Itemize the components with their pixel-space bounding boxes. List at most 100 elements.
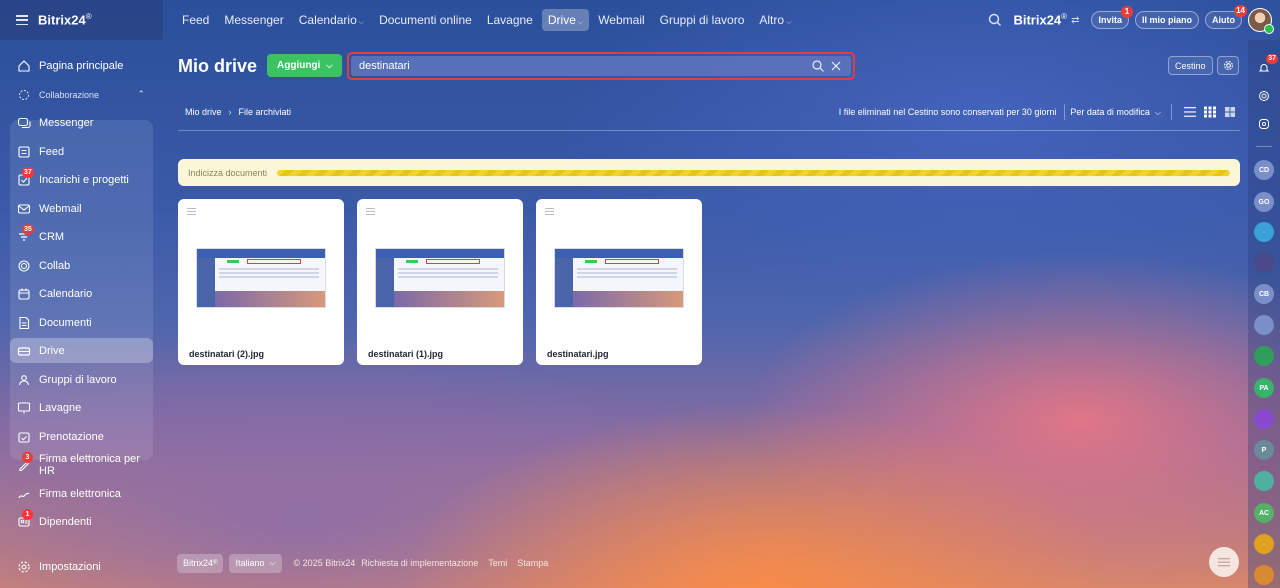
sidebar-item-pagina-principale[interactable]: Pagina principale <box>10 53 153 78</box>
chevron-up-icon[interactable]: ⌃ <box>137 89 145 100</box>
footer-link-themes[interactable]: Temi <box>488 558 507 568</box>
breadcrumb-item[interactable]: Mio drive <box>185 107 222 117</box>
nav-item-documenti-online[interactable]: Documenti online <box>373 9 478 31</box>
file-card[interactable]: destinatari.jpg <box>536 199 702 365</box>
footer-brand-button[interactable]: Bitrix24 ® <box>177 553 224 573</box>
language-selector[interactable]: Italiano ⌵ <box>229 553 282 573</box>
sidebar-item-feed[interactable]: Feed <box>10 139 153 164</box>
divider <box>178 130 1240 131</box>
search-input[interactable] <box>359 60 807 72</box>
sidebar-item-prenotazione[interactable]: Prenotazione <box>10 424 153 449</box>
chat-avatar[interactable]: GO <box>1254 192 1274 212</box>
chat-avatar[interactable] <box>1254 222 1274 242</box>
nav-item-feed[interactable]: Feed <box>176 9 215 31</box>
large-tiles-view-icon[interactable] <box>1223 106 1237 118</box>
brand-logo[interactable]: Bitrix24® <box>38 12 92 27</box>
drive-settings-button[interactable] <box>1217 56 1239 75</box>
file-name[interactable]: destinatari (1).jpg <box>368 349 443 359</box>
chat-avatar[interactable]: AC <box>1254 503 1274 523</box>
notifications-badge: 37 <box>1266 54 1278 64</box>
invite-button[interactable]: Invita 1 <box>1091 6 1133 29</box>
sidebar-item-label: Lavagne <box>39 401 82 414</box>
file-thumbnail <box>196 248 326 308</box>
trash-button[interactable]: Cestino <box>1168 56 1213 75</box>
chat-avatar[interactable]: CD <box>1254 160 1274 180</box>
file-name[interactable]: destinatari (2).jpg <box>189 349 264 359</box>
sidebar-item-impostazioni[interactable]: Impostazioni <box>10 554 153 579</box>
file-name[interactable]: destinatari.jpg <box>547 349 609 359</box>
retention-note: I file eliminati nel Cestino sono conser… <box>838 107 1057 117</box>
sidebar-item-incarichi-e-progetti[interactable]: 37 Incarichi e progetti <box>10 166 153 192</box>
sidebar-item-documenti[interactable]: Documenti <box>10 310 153 335</box>
file-card[interactable]: destinatari (2).jpg <box>178 199 344 365</box>
sidebar-item-collaborazione[interactable]: Collaborazione ⌃ <box>10 82 153 107</box>
search-box <box>351 56 851 76</box>
menu-toggle-icon[interactable] <box>16 15 28 25</box>
chat-avatar[interactable] <box>1254 409 1274 429</box>
brand-area: Bitrix24® <box>0 0 163 40</box>
sidebar-item-label: Webmail <box>39 202 82 215</box>
swap-icon[interactable]: ⇄ <box>1071 15 1079 26</box>
nav-item-messenger[interactable]: Messenger <box>218 9 289 31</box>
file-card[interactable]: destinatari (1).jpg <box>357 199 523 365</box>
sidebar-item-dipendenti[interactable]: 1 Dipendenti <box>10 508 153 534</box>
card-menu-icon[interactable] <box>545 208 554 215</box>
nav-item-altro[interactable]: Altro ⌵ <box>753 9 797 31</box>
sort-dropdown[interactable]: Per data di modifica ⌵ <box>1070 107 1161 118</box>
sidebar-item-calendario[interactable]: Calendario <box>10 281 153 306</box>
chat-avatar[interactable] <box>1254 315 1274 335</box>
clear-icon[interactable] <box>829 59 843 73</box>
chat-avatar[interactable] <box>1254 534 1274 554</box>
sidebar-item-crm[interactable]: 35 CRM <box>10 223 153 249</box>
sidebar-item-label: Prenotazione <box>39 430 104 443</box>
search-icon[interactable] <box>987 12 1003 28</box>
nav-item-calendario[interactable]: Calendario ⌵ <box>293 9 370 31</box>
breadcrumb-item[interactable]: File archiviati <box>239 107 292 117</box>
chat-avatar[interactable] <box>1254 253 1274 273</box>
sidebar-item-firma-elettronica-per-hr[interactable]: 3 Firma elettronica per HR <box>10 451 153 477</box>
user-avatar[interactable] <box>1248 8 1274 34</box>
card-menu-icon[interactable] <box>187 208 196 215</box>
sidebar-item-messenger[interactable]: Messenger <box>10 110 153 135</box>
sidebar-item-label: Collab <box>39 259 71 272</box>
notifications-icon[interactable]: 37 <box>1254 54 1278 78</box>
chat-avatar[interactable]: P <box>1254 440 1274 460</box>
nav-item-webmail[interactable]: Webmail <box>592 9 650 31</box>
hr-sign-icon: 3 <box>17 451 33 472</box>
file-thumbnail <box>375 248 505 308</box>
top-bar: Bitrix24® Feed Messenger Calendario ⌵ Docume… <box>0 0 1280 40</box>
chat-avatar[interactable] <box>1254 565 1274 585</box>
list-view-icon[interactable] <box>1183 106 1197 118</box>
grid-view-icon[interactable] <box>1203 106 1217 118</box>
sidebar-item-lavagne[interactable]: Lavagne <box>10 395 153 420</box>
add-button[interactable]: Aggiungi ⌵ <box>267 54 343 77</box>
top-navigation: Feed Messenger Calendario ⌵ Documenti online… <box>176 8 800 31</box>
chat-avatar[interactable] <box>1254 346 1274 366</box>
sidebar-item-webmail[interactable]: Webmail <box>10 196 153 221</box>
tasks-icon: 37 <box>17 166 34 187</box>
chat-avatar[interactable]: PA <box>1254 378 1274 398</box>
search-icon[interactable] <box>811 59 825 73</box>
brand-plan-logo[interactable]: Bitrix24® <box>1013 12 1067 27</box>
search-chats-icon[interactable] <box>1254 114 1274 134</box>
sidebar-item-firma-elettronica[interactable]: Firma elettronica <box>10 481 153 506</box>
my-plan-button[interactable]: Il mio piano <box>1134 11 1199 29</box>
sidebar-item-drive[interactable]: Drive <box>10 338 153 363</box>
copilot-icon[interactable] <box>1254 86 1274 106</box>
booking-icon <box>17 430 31 444</box>
nav-item-drive[interactable]: Drive ⌵ <box>541 8 590 31</box>
card-menu-icon[interactable] <box>366 208 375 215</box>
nav-item-gruppi-di-lavoro[interactable]: Gruppi di lavoro <box>654 9 751 31</box>
sidebar-item-gruppi-di-lavoro[interactable]: Gruppi di lavoro <box>10 367 153 392</box>
chat-avatar[interactable]: CB <box>1254 284 1274 304</box>
footer-link-implementation[interactable]: Richiesta di implementazione <box>361 558 478 568</box>
nav-item-lavagne[interactable]: Lavagne <box>481 9 539 31</box>
page-title: Mio drive <box>178 56 258 76</box>
sidebar-item-label: Feed <box>39 145 65 158</box>
sidebar-item-collab[interactable]: Collab <box>10 253 153 278</box>
sidebar-item-label: Incarichi e progetti <box>39 173 129 186</box>
footer-link-print[interactable]: Stampa <box>517 558 548 568</box>
chat-avatar[interactable] <box>1254 471 1274 491</box>
help-button[interactable]: Aiuto 14 <box>1205 5 1247 29</box>
chat-widget-button[interactable] <box>1209 547 1239 577</box>
